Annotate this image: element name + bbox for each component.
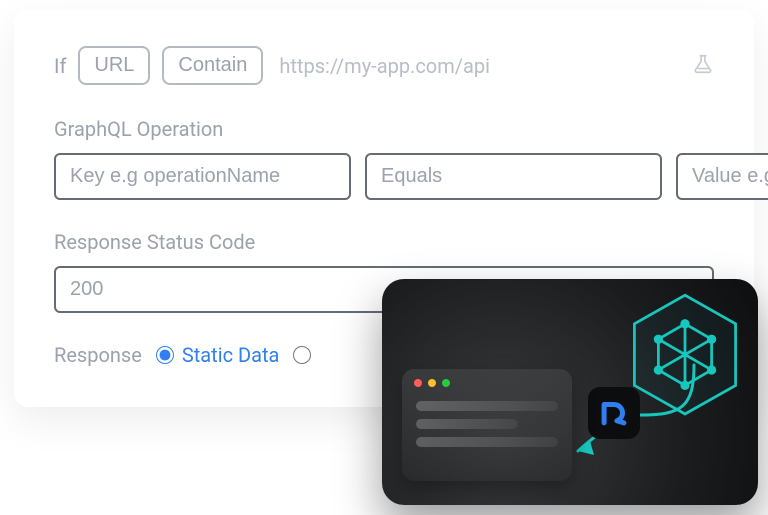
graphql-section: GraphQL Operation bbox=[54, 117, 714, 200]
response-static-label: Static Data bbox=[182, 343, 280, 367]
close-dot-icon bbox=[414, 379, 422, 387]
condition-value: https://my-app.com/api bbox=[279, 54, 680, 78]
condition-row: If URL Contain https://my-app.com/api bbox=[54, 46, 714, 85]
response-static-radio[interactable]: Static Data bbox=[156, 343, 280, 367]
flask-icon[interactable] bbox=[692, 53, 714, 79]
condition-field-select[interactable]: URL bbox=[78, 46, 150, 85]
response-other-radio-input[interactable] bbox=[293, 346, 311, 364]
if-label: If bbox=[54, 54, 66, 78]
graphql-value-input[interactable] bbox=[676, 153, 768, 200]
response-label: Response bbox=[54, 343, 142, 367]
response-static-radio-input[interactable] bbox=[156, 346, 174, 364]
status-section-label: Response Status Code bbox=[54, 230, 714, 254]
response-other-radio[interactable] bbox=[293, 346, 311, 364]
graphql-key-input[interactable] bbox=[54, 153, 351, 200]
condition-operator-select[interactable]: Contain bbox=[162, 46, 263, 85]
maximize-dot-icon bbox=[442, 379, 450, 387]
mini-window bbox=[402, 369, 572, 481]
mini-line bbox=[416, 419, 518, 429]
mini-line bbox=[416, 437, 558, 447]
app-logo-badge bbox=[588, 387, 640, 439]
mini-line bbox=[416, 401, 558, 411]
mini-window-traffic-lights bbox=[402, 369, 572, 393]
graphql-hex-icon bbox=[630, 293, 740, 417]
minimize-dot-icon bbox=[428, 379, 436, 387]
graphql-operator-select[interactable] bbox=[365, 153, 662, 200]
graphql-promo-card bbox=[382, 279, 758, 505]
graphql-section-label: GraphQL Operation bbox=[54, 117, 714, 141]
